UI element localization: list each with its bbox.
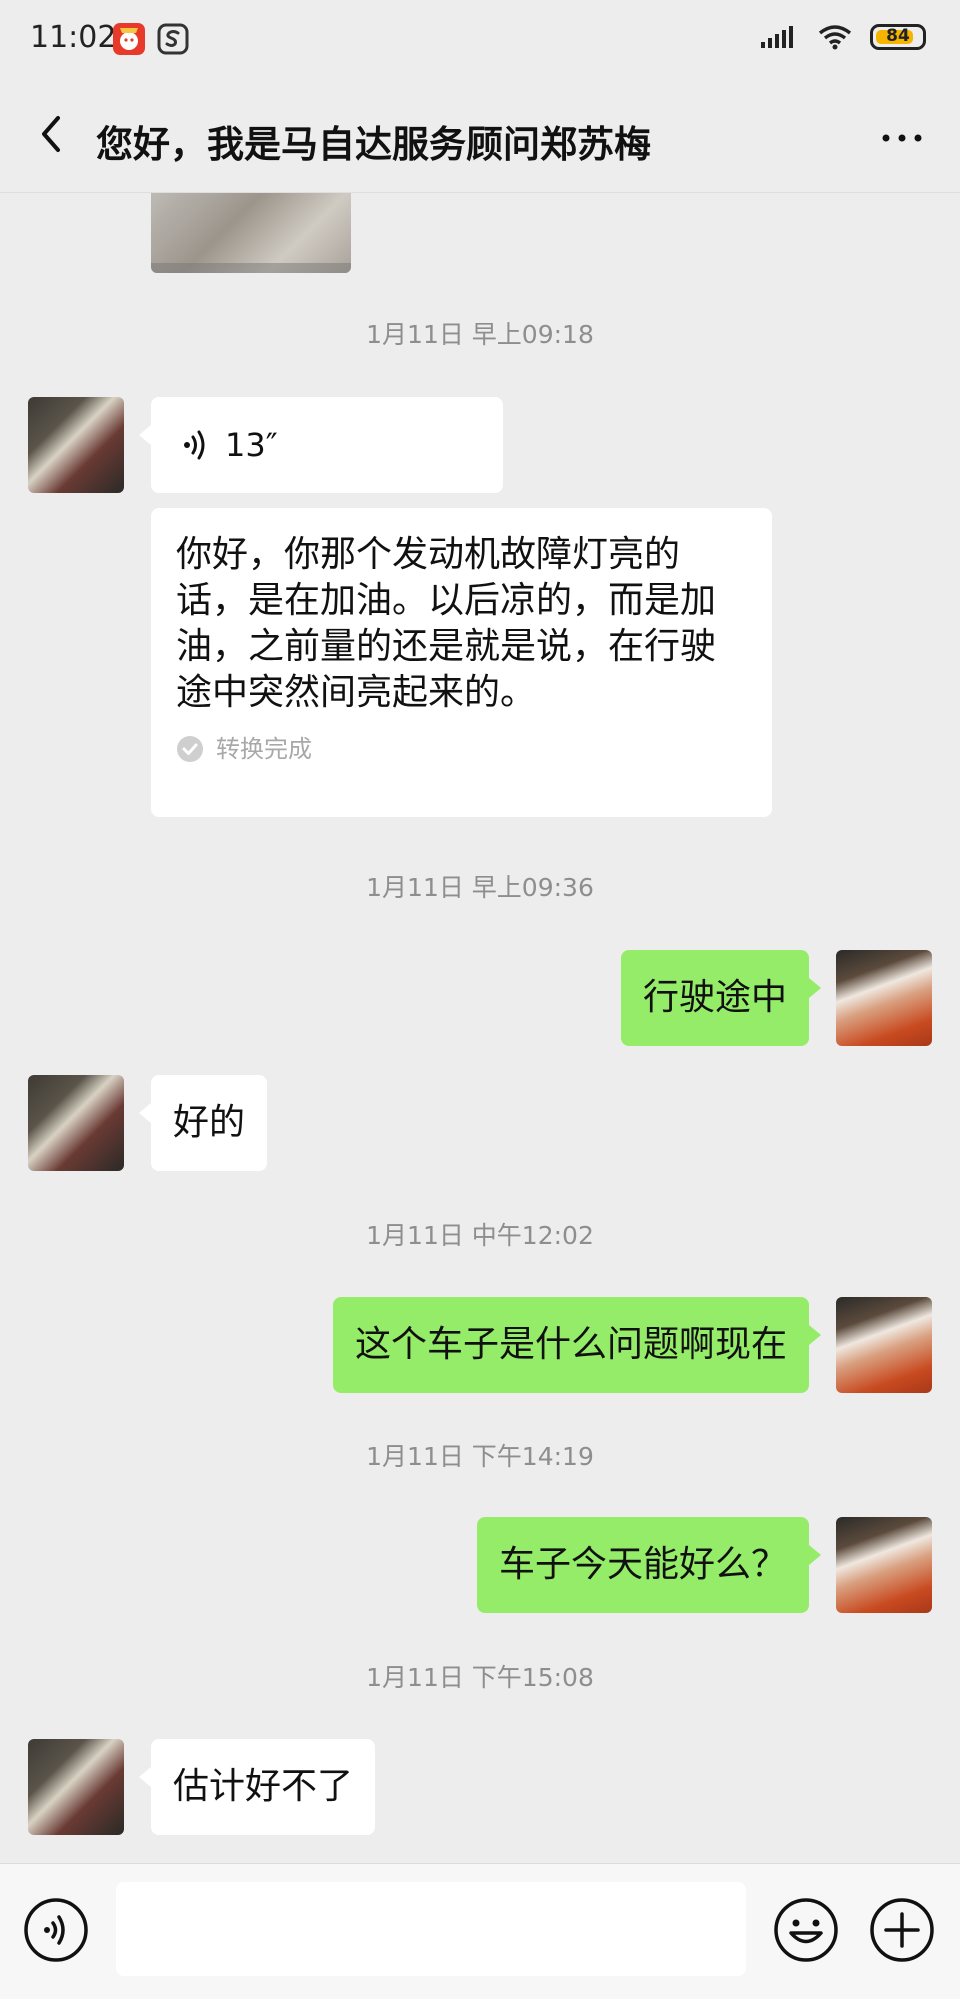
message-text: 车子今天能好么？ (498, 1544, 787, 1585)
image-toolbar (151, 263, 351, 273)
signal-icon (761, 26, 793, 48)
message-text: 行驶途中 (642, 977, 787, 1018)
timestamp: 1月11日 中午12:02 (366, 1221, 594, 1250)
voice-transcript[interactable]: 你好，你那个发动机故障灯亮的话，是在加油。以后凉的，而是加油，之前量的还是就是说… (151, 508, 772, 817)
voice-message[interactable]: 13″ (139, 397, 503, 493)
back-arrow-icon[interactable] (26, 106, 82, 162)
contact-avatar[interactable] (28, 1739, 124, 1835)
timestamp: 1月11日 下午14:19 (366, 1442, 594, 1471)
input-bar (0, 1863, 960, 1999)
timestamp: 1月11日 早上09:18 (366, 320, 594, 349)
chat-messages[interactable]: 1月11日 早上09:18 13″ 你好，你那个发动机故障灯亮的话，是在加油。以… (0, 193, 960, 1863)
app-notification-icon (113, 23, 145, 55)
transcript-body: 你好，你那个发动机故障灯亮的话，是在加油。以后凉的，而是加油，之前量的还是就是说… (151, 508, 772, 764)
outgoing-message[interactable]: 这个车子是什么问题啊现在 (332, 1297, 822, 1393)
battery-level: 84 (886, 26, 910, 46)
chat-title: 您好，我是马自达服务顾问郑苏梅 (96, 123, 651, 166)
user-avatar[interactable] (836, 1297, 932, 1393)
contact-avatar[interactable] (28, 397, 124, 493)
voice-icon[interactable] (22, 1896, 90, 1964)
user-avatar[interactable] (836, 1517, 932, 1613)
status-right: 84 (760, 24, 926, 50)
timestamp: 1月11日 下午15:08 (366, 1663, 594, 1692)
battery-icon: 84 (870, 24, 926, 50)
image-message[interactable] (151, 193, 351, 273)
message-text: 这个车子是什么问题啊现在 (354, 1324, 787, 1365)
timestamp: 1月11日 早上09:36 (366, 873, 594, 902)
chat-header: 您好，我是马自达服务顾问郑苏梅 (0, 80, 960, 193)
convert-status: 转换完成 (176, 734, 748, 764)
message-text: 估计好不了 (173, 1766, 354, 1807)
voice-content: 13″ (151, 397, 503, 493)
app-s-icon (157, 23, 189, 55)
plus-icon[interactable] (868, 1896, 936, 1964)
outgoing-message[interactable]: 行驶途中 (620, 950, 822, 1046)
more-icon[interactable] (874, 110, 930, 166)
status-time: 11:02 (30, 20, 117, 55)
voice-duration: 13″ (225, 426, 278, 464)
message-input[interactable] (116, 1882, 746, 1976)
emoji-icon[interactable] (772, 1896, 840, 1964)
user-avatar[interactable] (836, 950, 932, 1046)
status-bar: 11:02 84 (0, 0, 960, 80)
transcript-text: 你好，你那个发动机故障灯亮的话，是在加油。以后凉的，而是加油，之前量的还是就是说… (176, 534, 717, 713)
convert-status-label: 转换完成 (216, 735, 312, 763)
check-icon (177, 736, 203, 762)
voice-wave-icon (184, 430, 205, 460)
wifi-icon (818, 25, 852, 50)
message-text: 好的 (173, 1102, 246, 1143)
incoming-message[interactable]: 估计好不了 (138, 1739, 376, 1835)
incoming-message[interactable]: 好的 (138, 1075, 268, 1171)
contact-avatar[interactable] (28, 1075, 124, 1171)
notification-icons (112, 22, 190, 56)
outgoing-message[interactable]: 车子今天能好么？ (476, 1517, 822, 1613)
